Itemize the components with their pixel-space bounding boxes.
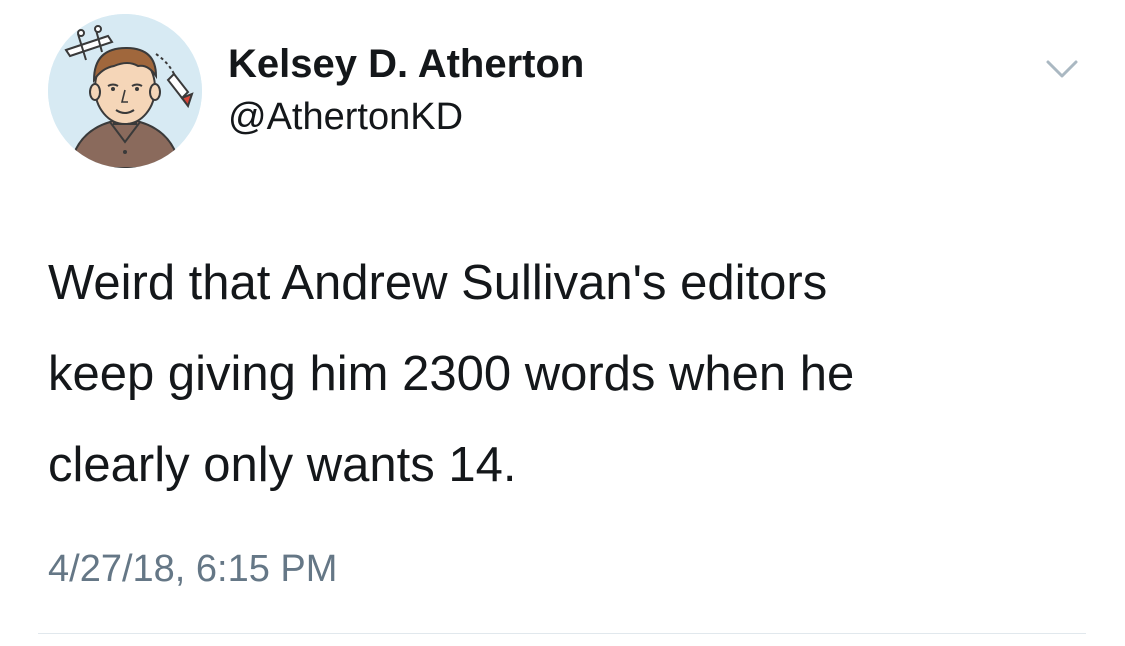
avatar[interactable] [48,14,202,168]
user-handle[interactable]: @AthertonKD [228,94,463,140]
tweet-text: Weird that Andrew Sullivan's editors kee… [48,256,855,492]
chevron-down-icon[interactable] [1036,52,1088,86]
display-name[interactable]: Kelsey D. Atherton [228,40,584,88]
tweet-timestamp[interactable]: 4/27/18, 6:15 PM [48,546,337,592]
tweet-card: Kelsey D. Atherton @AthertonKD Weird tha… [0,0,1125,646]
divider [38,633,1086,634]
avatar-illustration [48,14,202,168]
